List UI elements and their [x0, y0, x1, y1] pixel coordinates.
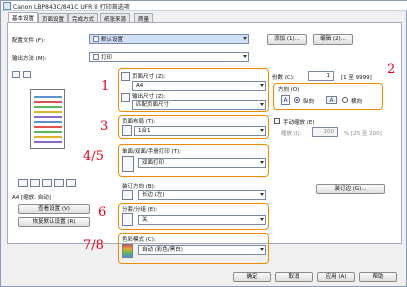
- page-size-icon: [121, 72, 130, 81]
- callout-2: 2: [387, 62, 396, 77]
- profile-icon: [93, 36, 99, 42]
- callout-3: 3: [100, 119, 109, 134]
- output-method-select[interactable]: 打印: [89, 52, 249, 62]
- cancel-button[interactable]: 取消: [275, 272, 313, 282]
- binding-select[interactable]: 长边 (左): [138, 190, 266, 200]
- portrait-icon: A: [281, 95, 290, 105]
- output-size-icon: [121, 93, 130, 102]
- binding-label: 装订方向 (B):: [122, 184, 156, 190]
- collate-icon: [122, 213, 133, 226]
- page-size-label: 页面尺寸 (Z):: [132, 74, 166, 80]
- color-mode-select[interactable]: 自动 (彩色/黑白): [138, 245, 266, 255]
- print-style-label: 单面/双面/手册打印 (T):: [122, 149, 181, 155]
- page-layout-icon: [122, 125, 132, 136]
- output-size-select[interactable]: 匹配页面尺寸: [132, 100, 266, 110]
- callout-4-5: 4/5: [83, 149, 104, 164]
- color-mode-label: 色彩模式 (C):: [122, 237, 156, 243]
- staple-status-icon: [42, 179, 52, 187]
- ok-button[interactable]: 确定: [233, 272, 271, 282]
- color-mode-value: 自动 (彩色/黑白): [142, 247, 183, 253]
- landscape-icon: A: [326, 96, 337, 104]
- chevron-down-icon: [260, 129, 264, 132]
- chevron-down-icon: [260, 103, 264, 106]
- profile-select[interactable]: 默认设置: [89, 34, 249, 44]
- edit-profile-button[interactable]: 编辑 (2)...: [313, 34, 353, 45]
- copies-range: [1 至 9999]: [341, 75, 372, 81]
- collate-label: 分套/分组 (E):: [122, 207, 158, 213]
- scaling-label: 缩放 (I):: [281, 131, 302, 137]
- copies-label: 份数 (C):: [272, 75, 295, 81]
- view-settings-button[interactable]: 查看设置 (V): [18, 204, 90, 214]
- page-preview: [30, 89, 65, 149]
- landscape-label: 横向: [351, 99, 363, 105]
- binding-value: 长边 (左): [142, 192, 165, 198]
- apply-button[interactable]: 应用 (A): [317, 272, 355, 282]
- help-button[interactable]: 帮助: [359, 272, 397, 282]
- color-status-icon: [54, 179, 64, 187]
- output-method-label: 输出方法 (M):: [12, 56, 47, 62]
- page-layout-value: 1合1: [138, 128, 151, 134]
- output-size-label: 输出尺寸 (Z):: [132, 94, 166, 100]
- printer-preferences-window: Canon LBP843C/841C UFR II 打印首选项 基本设置 页面设…: [0, 0, 407, 287]
- page-size-select[interactable]: A4: [132, 81, 266, 91]
- orientation-label: 方向 (O): [278, 87, 300, 93]
- quality-status-icon: [66, 179, 76, 187]
- output-size-value: 匹配页面尺寸: [136, 102, 170, 108]
- chevron-down-icon: [260, 218, 264, 221]
- chevron-down-icon: [243, 55, 247, 58]
- manual-scaling-label: 手动缩放 (E): [283, 120, 315, 126]
- print-style-value: 双面打印: [142, 160, 165, 166]
- print-style-status-icon: [18, 179, 28, 187]
- collate-select[interactable]: 关: [138, 215, 266, 225]
- portrait-label: 纵向: [303, 99, 315, 105]
- profile-value: 默认设置: [101, 37, 124, 43]
- output-method-value: 打印: [101, 55, 113, 61]
- print-style-select[interactable]: 双面打印: [138, 158, 266, 168]
- gutter-button[interactable]: 装订边 (G)...: [316, 184, 385, 194]
- restore-defaults-button[interactable]: 恢复默认设置 (R): [18, 217, 90, 227]
- profile-label: 配置文件 (F):: [12, 38, 46, 44]
- add-profile-button[interactable]: 添加 (1)...: [267, 34, 307, 45]
- settings-view-icon[interactable]: [23, 71, 31, 78]
- page-size-value: A4: [136, 83, 144, 89]
- binding-status-icon: [30, 179, 40, 187]
- chevron-down-icon: [260, 248, 264, 251]
- preview-info: A4 [缩放: 自动]: [12, 195, 51, 201]
- binding-icon: [122, 190, 133, 200]
- chevron-down-icon: [260, 161, 264, 164]
- portrait-radio[interactable]: [294, 97, 300, 103]
- callout-7-8: 7/8: [83, 238, 104, 253]
- duplex-icon: [122, 156, 134, 172]
- chevron-down-icon: [260, 84, 264, 87]
- callout-6: 6: [98, 205, 107, 220]
- chevron-down-icon: [243, 37, 247, 40]
- chevron-down-icon: [260, 193, 264, 196]
- window-title: Canon LBP843C/841C UFR II 打印首选项: [13, 4, 130, 11]
- manual-scaling-checkbox[interactable]: [274, 118, 280, 124]
- page-layout-select[interactable]: 1合1: [134, 126, 266, 136]
- layout-view-icon[interactable]: [12, 71, 20, 78]
- title-bar: Canon LBP843C/841C UFR II 打印首选项: [1, 1, 407, 11]
- scaling-input[interactable]: 100: [312, 127, 338, 137]
- landscape-radio[interactable]: [342, 97, 348, 103]
- color-mode-icon: [122, 244, 133, 258]
- collate-value: 关: [142, 217, 148, 223]
- printer-app-icon: [3, 2, 11, 10]
- copies-input[interactable]: 1: [308, 71, 334, 81]
- page-layout-label: 页面布局 (T):: [122, 119, 156, 125]
- scaling-range: % [25 至 200]: [344, 131, 382, 137]
- callout-1: 1: [101, 79, 110, 94]
- print-icon: [93, 54, 99, 60]
